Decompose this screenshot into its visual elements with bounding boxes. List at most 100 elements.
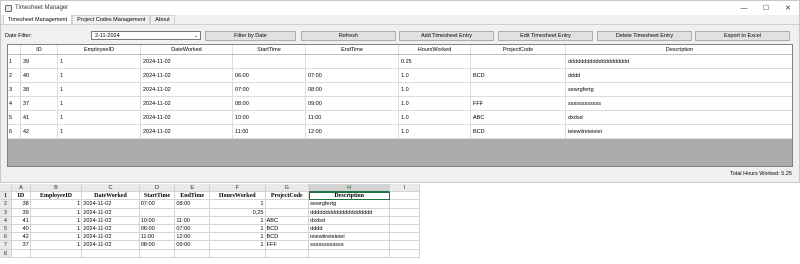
sheet-cell[interactable] (390, 192, 420, 201)
sheet-cell[interactable]: 1 (210, 200, 266, 209)
grid-cell[interactable]: ssssssssssss (566, 97, 792, 110)
sheet-cell[interactable]: 1 (210, 241, 266, 250)
sheet-column-header[interactable]: E (175, 184, 211, 193)
grid-cell[interactable]: 1 (58, 83, 141, 96)
sheet-cell[interactable]: dxdsd (309, 216, 391, 225)
sheet-cell[interactable] (139, 208, 176, 217)
sheet-cell[interactable]: ieiewiireieieiei (309, 233, 391, 242)
sheet-cell[interactable] (175, 249, 211, 258)
grid-cell[interactable]: 2024-11-02 (141, 55, 233, 68)
sheet-cell[interactable]: dddd (309, 224, 391, 234)
sheet-row-number[interactable]: 5 (0, 224, 12, 234)
sheet-column-header[interactable]: I (390, 184, 420, 193)
sheet-cell[interactable]: ProjectCode (265, 192, 310, 201)
sheet-cell[interactable]: 1 (210, 233, 266, 242)
grid-cell[interactable]: 09:00 (306, 97, 399, 110)
grid-column-header[interactable]: EmployeeID (58, 45, 141, 54)
sheet-row-number[interactable]: 4 (0, 216, 12, 225)
title-bar[interactable]: Timesheet Manager — ☐ ✕ (1, 1, 799, 15)
sheet-select-all[interactable] (0, 184, 12, 193)
sheet-cell[interactable] (210, 249, 266, 258)
sheet-cell[interactable]: 2024-11-02 (82, 216, 140, 225)
tab-project-codes-management[interactable]: Project Codes Management (72, 15, 151, 24)
delete-entry-button[interactable]: Delete Timesheet Entry (597, 31, 692, 41)
sheet-cell[interactable] (265, 200, 310, 209)
sheet-cell[interactable]: 40 (11, 224, 31, 234)
sheet-cell[interactable]: 39 (11, 208, 31, 217)
sheet-cell[interactable]: 2024-11-02 (82, 241, 140, 250)
grid-cell[interactable]: 1 (58, 69, 141, 82)
sheet-cell[interactable] (390, 241, 420, 250)
sheet-cell[interactable]: 11:00 (139, 233, 176, 242)
grid-cell[interactable] (471, 83, 566, 96)
sheet-cell[interactable]: 2024-11-02 (82, 233, 140, 242)
grid-cell[interactable]: 1.0 (399, 97, 471, 110)
sheet-cell[interactable]: 10:00 (139, 216, 176, 225)
sheet-cell[interactable]: ABC (265, 216, 310, 225)
grid-cell[interactable]: 1.0 (399, 111, 471, 124)
grid-cell[interactable]: 12:00 (306, 125, 399, 138)
sheet-row-number[interactable]: 8 (0, 249, 12, 258)
sheet-cell[interactable]: 12:00 (175, 233, 211, 242)
sheet-cell[interactable]: 11:00 (175, 216, 211, 225)
grid-cell[interactable] (306, 55, 399, 68)
grid-column-header[interactable]: HoursWorked (399, 45, 471, 54)
grid-row-header[interactable]: 2 (8, 69, 21, 82)
grid-corner-cell[interactable] (8, 45, 21, 54)
grid-cell[interactable]: 41 (21, 111, 58, 124)
sheet-cell[interactable]: 42 (11, 233, 31, 242)
grid-cell[interactable]: 2024-11-02 (141, 111, 233, 124)
date-filter-dropdown[interactable]: 2-11-2024 ⌄ (91, 31, 201, 40)
sheet-cell[interactable]: 09:00 (175, 241, 211, 250)
sheet-cell[interactable] (390, 208, 420, 217)
sheet-cell[interactable]: 38 (11, 200, 31, 209)
sheet-cell[interactable]: sewrgfertg (309, 200, 391, 209)
minimize-button[interactable]: — (733, 1, 755, 15)
sheet-cell[interactable]: 1 (210, 216, 266, 225)
sheet-row-number[interactable]: 1 (0, 192, 12, 201)
sheet-cell[interactable] (390, 233, 420, 242)
sheet-cell[interactable]: 06:00 (139, 224, 176, 234)
sheet-column-header[interactable]: D (139, 184, 176, 193)
sheet-cell[interactable]: ID (11, 192, 31, 201)
grid-row-header[interactable]: 3 (8, 83, 21, 96)
sheet-cell[interactable] (11, 249, 31, 258)
sheet-cell[interactable]: 07:00 (139, 200, 176, 209)
sheet-cell[interactable]: 1 (30, 241, 83, 250)
sheet-cell[interactable] (265, 249, 310, 258)
grid-cell[interactable]: ABC (471, 111, 566, 124)
filter-by-date-button[interactable]: Filter by Date (205, 31, 296, 41)
sheet-cell[interactable]: BCD (265, 233, 310, 242)
sheet-cell[interactable]: FFF (265, 241, 310, 250)
grid-cell[interactable]: 1.0 (399, 125, 471, 138)
grid-cell[interactable]: FFF (471, 97, 566, 110)
grid-cell[interactable]: dddddddddddddddddddd (566, 55, 792, 68)
sheet-cell[interactable]: 41 (11, 216, 31, 225)
sheet-cell[interactable] (309, 249, 391, 258)
sheet-cell[interactable]: EndTime (175, 192, 211, 201)
grid-cell[interactable]: dxdsd (566, 111, 792, 124)
sheet-column-header[interactable]: G (265, 184, 310, 193)
sheet-row-number[interactable]: 6 (0, 233, 12, 242)
sheet-cell[interactable]: 07:00 (175, 224, 211, 234)
sheet-cell[interactable]: Description (309, 192, 391, 201)
grid-cell[interactable] (233, 55, 306, 68)
sheet-column-header[interactable]: B (30, 184, 83, 193)
sheet-cell[interactable] (82, 249, 140, 258)
grid-cell[interactable]: 11:00 (306, 111, 399, 124)
sheet-cell[interactable]: 1 (30, 233, 83, 242)
grid-row-header[interactable]: 6 (8, 125, 21, 138)
sheet-cell[interactable]: 08:00 (175, 200, 211, 209)
grid-cell[interactable]: 38 (21, 83, 58, 96)
sheet-column-header[interactable]: C (82, 184, 140, 193)
grid-cell[interactable] (471, 55, 566, 68)
grid-cell[interactable]: BCD (471, 125, 566, 138)
grid-cell[interactable]: 37 (21, 97, 58, 110)
grid-cell[interactable]: dddd (566, 69, 792, 82)
grid-row[interactable]: 6 42 1 2024-11-02 11:00 12:00 1.0 BCD ieiewiirei… (8, 125, 792, 139)
sheet-cell[interactable] (30, 249, 83, 258)
sheet-cell[interactable]: 37 (11, 241, 31, 250)
sheet-cell[interactable]: EmployeeID (30, 192, 83, 201)
sheet-row-number[interactable]: 3 (0, 208, 12, 217)
edit-entry-button[interactable]: Edit Timesheet Entry (498, 31, 593, 41)
